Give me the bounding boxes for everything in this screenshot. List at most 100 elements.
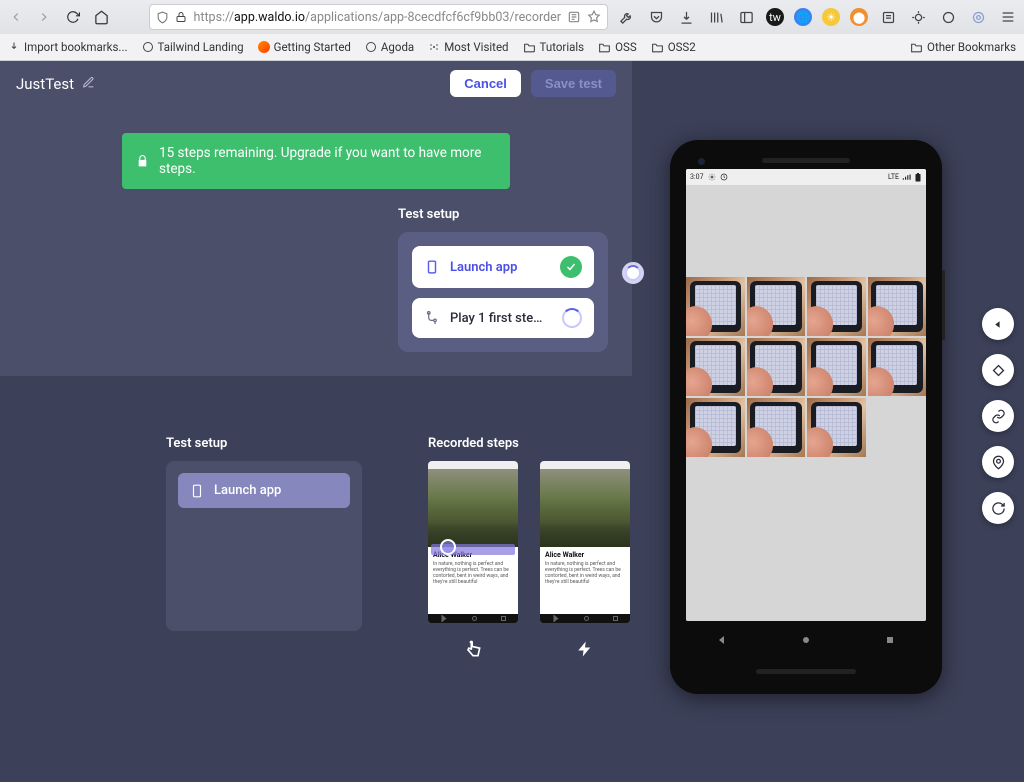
sidebar-icon[interactable]	[736, 7, 756, 27]
card-name: Alice Walker	[545, 551, 625, 559]
bookmark-getting-started[interactable]: Getting Started	[258, 40, 351, 54]
test-setup-block: Test setup Launch app	[398, 207, 608, 352]
location-button[interactable]	[982, 446, 1014, 478]
divider-spinner-icon	[622, 262, 644, 284]
recorded-step-2[interactable]: Alice Walker In nature, nothing is perfe…	[540, 461, 630, 660]
grid-cell[interactable]	[807, 277, 866, 336]
top-section: JustTest Cancel Save test 15 steps remai…	[0, 60, 632, 376]
ext-icon-7[interactable]	[938, 7, 958, 27]
photo-grid[interactable]	[686, 277, 926, 457]
bookmark-folder-oss2[interactable]: OSS2	[651, 40, 696, 54]
back-button[interactable]	[6, 6, 26, 28]
grid-cell[interactable]	[807, 398, 866, 457]
launch-app-chip[interactable]: Launch app	[178, 473, 350, 508]
download-icon[interactable]	[676, 7, 696, 27]
ext-icon-2[interactable]: 🌐	[794, 8, 812, 26]
grid-cell[interactable]	[686, 338, 745, 397]
tap-action-icon	[462, 638, 484, 660]
reload-button[interactable]	[63, 6, 83, 28]
branch-icon	[424, 310, 440, 326]
left-pane: JustTest Cancel Save test 15 steps remai…	[0, 60, 632, 782]
speaker-bar	[762, 158, 850, 163]
save-test-button[interactable]: Save test	[531, 70, 616, 97]
nav-home-icon[interactable]	[800, 634, 812, 646]
url-bar-row: https://app.waldo.io/applications/app-8c…	[0, 0, 1024, 34]
nav-back-icon[interactable]	[716, 634, 728, 646]
upgrade-text: 15 steps remaining. Upgrade if you want …	[159, 145, 496, 177]
device-screen[interactable]: 3:07 LTE	[686, 169, 926, 621]
bottom-setup-col: Test setup Launch app	[166, 436, 362, 631]
link-button[interactable]	[982, 400, 1014, 432]
home-pill	[756, 669, 856, 674]
launch-app-chip-label: Launch app	[214, 483, 281, 498]
grid-cell[interactable]	[686, 277, 745, 336]
bookmark-folder-tutorials[interactable]: Tutorials	[523, 40, 585, 54]
recorded-step-1[interactable]: Alice Walker In nature, nothing is perfe…	[428, 461, 518, 660]
step-play-first[interactable]: Play 1 first step of "...	[412, 298, 594, 338]
device-controls	[982, 308, 1014, 524]
url-bar[interactable]: https://app.waldo.io/applications/app-8c…	[149, 4, 608, 30]
bookmarks-bar: Import bookmarks... Tailwind Landing Get…	[0, 34, 1024, 60]
tag-button[interactable]	[982, 354, 1014, 386]
grid-cell[interactable]	[686, 398, 745, 457]
bookmark-folder-other[interactable]: Other Bookmarks	[910, 40, 1016, 54]
battery-icon	[914, 173, 922, 182]
ext-icon-5[interactable]	[878, 7, 898, 27]
ext-icon-3[interactable]: ☀	[822, 8, 840, 26]
ext-icon-8[interactable]	[968, 7, 988, 27]
bookmark-import[interactable]: Import bookmarks...	[8, 40, 128, 54]
forward-button[interactable]	[34, 6, 54, 28]
home-button[interactable]	[91, 6, 111, 28]
tap-indicator-icon	[440, 539, 456, 555]
app-root: JustTest Cancel Save test 15 steps remai…	[0, 60, 1024, 782]
test-setup-label: Test setup	[398, 207, 608, 222]
grid-cell[interactable]	[747, 277, 806, 336]
phone-icon	[424, 259, 440, 275]
bookmark-star-icon[interactable]	[587, 10, 601, 24]
refresh-button[interactable]	[982, 492, 1014, 524]
upgrade-banner[interactable]: 15 steps remaining. Upgrade if you want …	[122, 133, 510, 189]
clock-icon	[720, 173, 728, 181]
bookmark-folder-oss[interactable]: OSS	[598, 40, 637, 54]
bookmark-most-visited[interactable]: Most Visited	[428, 40, 508, 54]
edit-icon[interactable]	[82, 74, 95, 93]
recorded-steps-row: Alice Walker In nature, nothing is perfe…	[428, 461, 630, 660]
ext-icon-1[interactable]: tw	[766, 8, 784, 26]
ext-icon-4[interactable]: ⬤	[850, 8, 868, 26]
app-header: JustTest Cancel Save test	[0, 60, 632, 103]
bookmark-agoda[interactable]: Agoda	[365, 40, 414, 54]
device-frame: 3:07 LTE	[670, 140, 942, 694]
recorded-steps-label: Recorded steps	[428, 436, 630, 451]
wrench-icon[interactable]	[616, 7, 636, 27]
gear-icon	[708, 173, 716, 181]
cancel-button[interactable]: Cancel	[450, 70, 521, 97]
reader-icon[interactable]	[567, 10, 581, 24]
grid-cell[interactable]	[747, 338, 806, 397]
device-nav-bar	[680, 621, 932, 659]
device-status-bar: 3:07 LTE	[686, 169, 926, 185]
library-icon[interactable]	[706, 7, 726, 27]
rotate-left-button[interactable]	[982, 308, 1014, 340]
menu-icon[interactable]	[998, 7, 1018, 27]
card-desc: In nature, nothing is perfect and everyt…	[433, 561, 513, 585]
pocket-icon[interactable]	[646, 7, 666, 27]
lock-icon	[175, 11, 187, 23]
nav-recent-icon[interactable]	[884, 634, 896, 646]
step-launch-label: Launch app	[450, 260, 517, 275]
bottom-setup-label: Test setup	[166, 436, 362, 451]
grid-cell-empty	[868, 398, 927, 457]
toolbar-extensions: tw 🌐 ☀ ⬤	[616, 7, 1018, 27]
browser-chrome: https://app.waldo.io/applications/app-8c…	[0, 0, 1024, 61]
step-launch-app[interactable]: Launch app	[412, 246, 594, 288]
bottom-setup-card: Launch app	[166, 461, 362, 631]
bookmark-tailwind[interactable]: Tailwind Landing	[142, 40, 244, 54]
step-play-label: Play 1 first step of "...	[450, 311, 546, 326]
recorded-steps-col: Recorded steps Alice Walker In nature, n…	[428, 436, 630, 660]
grid-cell[interactable]	[868, 277, 927, 336]
check-icon	[560, 256, 582, 278]
ext-icon-6[interactable]	[908, 7, 928, 27]
grid-cell[interactable]	[868, 338, 927, 397]
phone-icon	[190, 484, 204, 498]
grid-cell[interactable]	[807, 338, 866, 397]
grid-cell[interactable]	[747, 398, 806, 457]
